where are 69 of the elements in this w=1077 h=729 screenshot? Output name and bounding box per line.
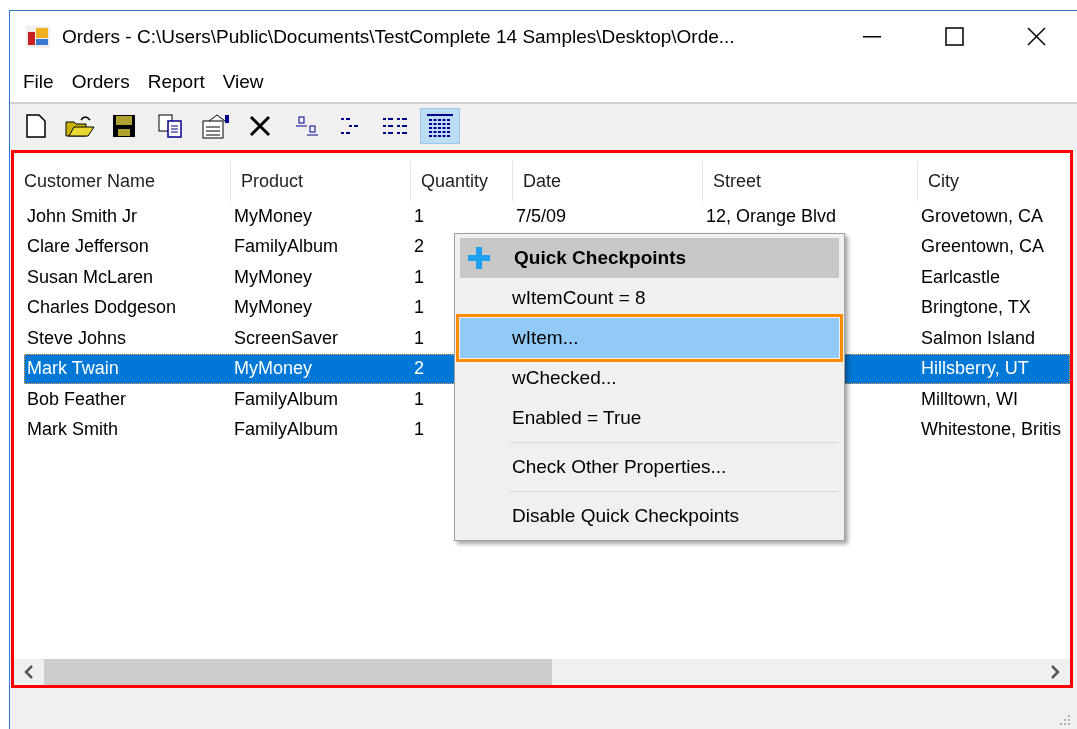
table-cell: 1 [414, 297, 424, 318]
table-cell: Whitestone, Britis [921, 419, 1062, 440]
table-cell: 2 [414, 358, 424, 379]
table-cell: FamilyAlbum [234, 419, 339, 440]
menu-item[interactable]: View [213, 71, 273, 93]
table-cell: MyMoney [234, 358, 313, 379]
table-cell: Susan McLaren [27, 266, 154, 287]
column-header[interactable]: Street [703, 161, 918, 201]
table-cell: 1 [414, 266, 424, 287]
table-cell: Bob Feather [27, 388, 127, 409]
app-icon [26, 25, 50, 48]
menu-item[interactable]: File [14, 71, 63, 93]
large-icons-view-icon [295, 114, 321, 138]
horizontal-scrollbar[interactable] [14, 659, 1070, 685]
menu-item[interactable]: wItemCount = 8 [460, 278, 839, 318]
table-cell: Mark Smith [27, 419, 118, 440]
minimize-icon [863, 35, 881, 38]
menu-item[interactable]: Enabled = True [460, 398, 839, 438]
table-cell: Earlcastle [921, 266, 1001, 287]
table-cell: 1 [414, 419, 424, 440]
table-cell: 1 [414, 388, 424, 409]
table-cell: Charles Dodgeson [27, 297, 177, 318]
plus-icon [466, 245, 492, 271]
maximize-icon [944, 27, 964, 46]
close-icon [1026, 27, 1046, 46]
table-cell: Grovetown, CA [921, 205, 1044, 226]
table-cell: Clare Jefferson [27, 236, 149, 257]
table-cell: Mark Twain [27, 358, 119, 379]
table-cell: Greentown, CA [921, 236, 1045, 257]
table-cell: FamilyAlbum [234, 236, 339, 257]
folder-icon [65, 114, 95, 138]
toolbar-button[interactable] [420, 108, 460, 144]
table-cell: Bringtone, TX [921, 297, 1031, 318]
table-cell: 1 [414, 327, 424, 348]
table-cell: 1 [414, 205, 424, 226]
column-header[interactable]: Product [231, 161, 411, 201]
details-view-icon [426, 113, 454, 139]
table-cell: Milltown, WI [921, 388, 1018, 409]
menu-item[interactable]: Orders [62, 71, 139, 93]
chevron-left-icon [24, 665, 34, 679]
column-header[interactable]: City [918, 161, 1077, 201]
chevron-right-icon [1050, 665, 1060, 679]
window-title: Orders - C:\Users\Public\Documents\TestComplete 14 Samples\Desktop\Orde... [62, 25, 736, 48]
table-cell: Hillsberry, UT [921, 358, 1029, 379]
table-cell: ScreenSaver [234, 327, 339, 348]
column-header[interactable]: Quantity [411, 161, 513, 201]
table-cell: MyMoney [234, 266, 313, 287]
properties-icon [201, 113, 231, 139]
table-cell: MyMoney [234, 297, 313, 318]
menu-title: Quick Checkpoints [514, 247, 687, 269]
floppy-icon [112, 114, 136, 138]
column-header[interactable]: Date [513, 161, 703, 201]
document-icon [26, 114, 46, 138]
menu-item[interactable]: wChecked... [460, 358, 839, 398]
table-cell: MyMoney [234, 205, 313, 226]
x-icon [248, 114, 272, 138]
table-cell: FamilyAlbum [234, 388, 339, 409]
scrollbar-thumb[interactable] [44, 659, 552, 685]
column-header[interactable]: Customer Name [14, 161, 231, 201]
table-cell: Steve Johns [27, 327, 127, 348]
resize-grip-icon [1059, 714, 1071, 726]
table-cell: 12, Orange Blvd [706, 205, 837, 226]
table-cell: 2 [414, 236, 424, 257]
menu-item[interactable]: Disable Quick Checkpoints [460, 496, 839, 536]
menu-item[interactable]: Check Other Properties... [460, 447, 839, 487]
table-cell: John Smith Jr [27, 205, 138, 226]
menu-item[interactable]: Report [138, 71, 214, 93]
table-cell: 7/5/09 [516, 205, 567, 226]
table-cell: Salmon Island [921, 327, 1036, 348]
